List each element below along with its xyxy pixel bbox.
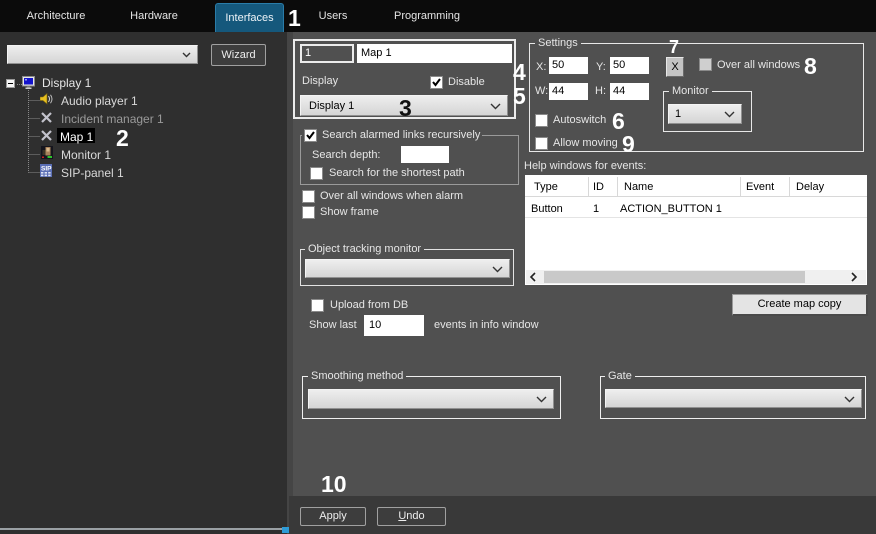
svg-text:SIP: SIP [41, 166, 52, 173]
